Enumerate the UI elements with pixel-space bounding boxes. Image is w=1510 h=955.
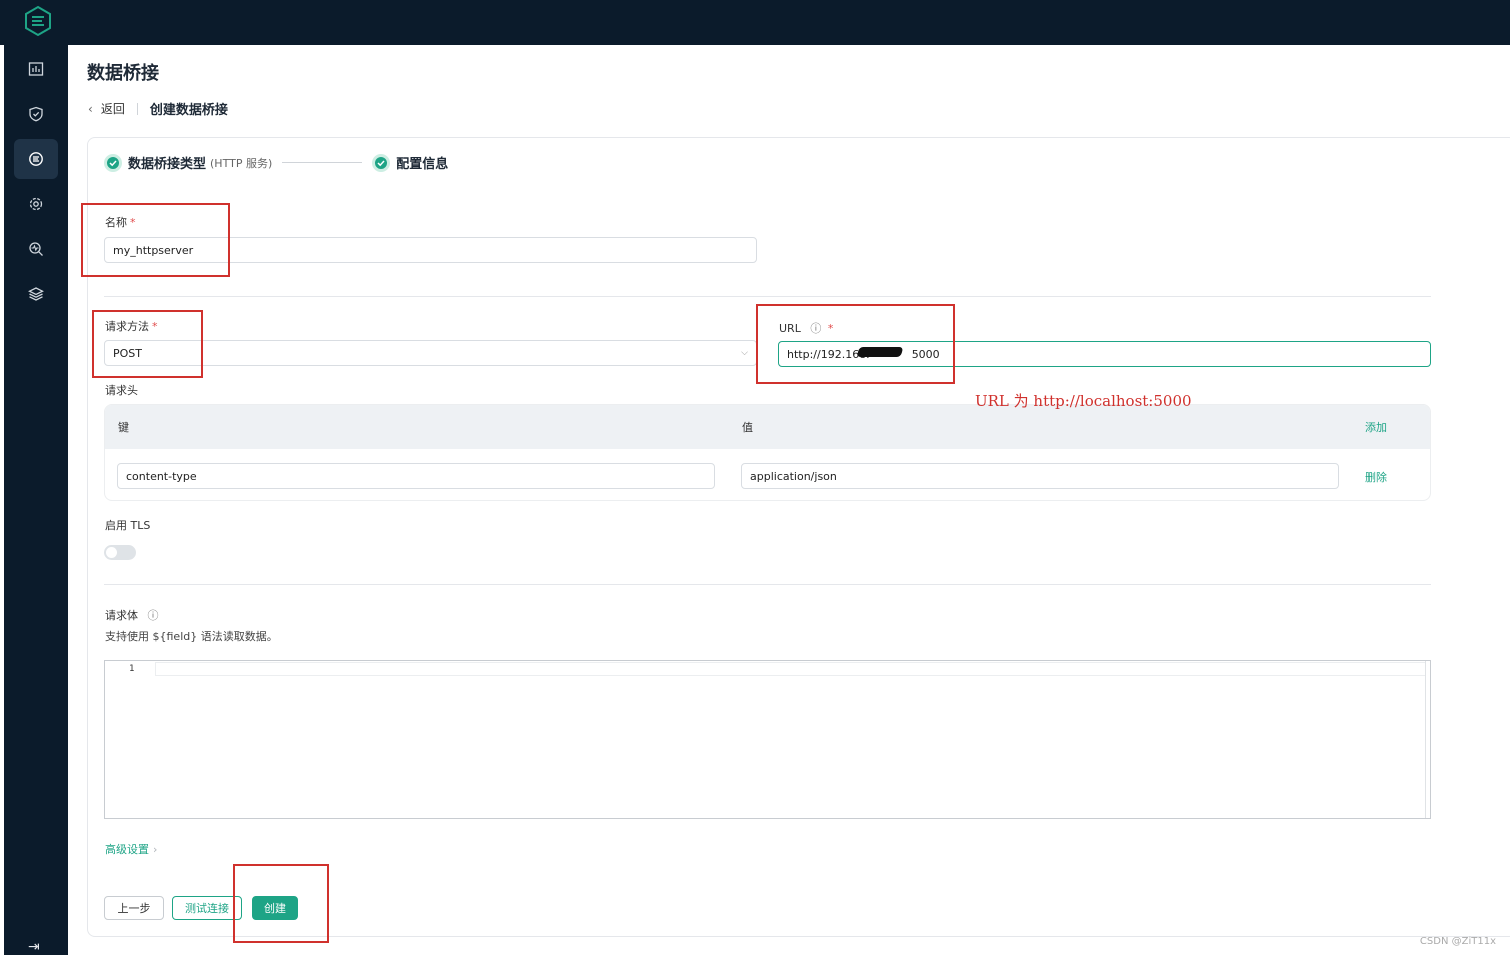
editor-line[interactable] — [155, 662, 1426, 676]
divider — [104, 296, 1431, 297]
test-connection-button[interactable]: 测试连接 — [172, 896, 242, 920]
nav-extensions[interactable] — [14, 274, 58, 314]
body-label: 请求体 ⓘ — [105, 609, 159, 622]
chevron-down-icon: ⌵ — [741, 348, 748, 358]
chevron-right-icon: › — [153, 843, 158, 856]
nav-diagnose[interactable] — [14, 229, 58, 269]
highlight-box-create — [233, 864, 329, 943]
headers-label: 请求头 — [105, 384, 138, 397]
step-1-check-icon — [104, 153, 122, 172]
table-row: content-type application/json 删除 — [105, 449, 1430, 500]
value-column-header: 值 — [742, 421, 753, 434]
help-circle-icon[interactable]: ⓘ — [148, 609, 159, 622]
url-annotation: URL 为 http://localhost:5000 — [975, 392, 1192, 410]
layers-icon — [28, 287, 44, 301]
body-editor[interactable]: 1 — [104, 660, 1431, 819]
shield-icon — [29, 106, 43, 122]
breadcrumb: ‹ 返回 创建数据桥接 — [88, 99, 228, 119]
header-value-input[interactable]: application/json — [741, 463, 1339, 489]
step-2-check-icon — [372, 153, 391, 172]
headers-table-head: 键 值 添加 — [105, 405, 1430, 449]
nav-management[interactable] — [14, 184, 58, 224]
breadcrumb-divider — [136, 102, 138, 115]
steps: 数据桥接类型 (HTTP 服务) 配置信息 — [104, 153, 448, 172]
back-link[interactable]: 返回 — [101, 100, 125, 117]
highlight-box-url — [756, 304, 955, 384]
step-2-title: 配置信息 — [396, 157, 449, 172]
add-header-button[interactable]: 添加 — [1365, 419, 1387, 435]
highlight-box-method — [92, 310, 203, 378]
emqx-logo-icon[interactable] — [22, 5, 54, 37]
line-number: 1 — [129, 664, 135, 674]
watermark: CSDN @ZiT11x — [1419, 936, 1496, 947]
breadcrumb-current: 创建数据桥接 — [149, 103, 228, 118]
delete-header-button[interactable]: 删除 — [1365, 469, 1387, 485]
chart-icon — [28, 62, 44, 76]
main-content: 数据桥接 ‹ 返回 创建数据桥接 数据桥接类型 (HTTP 服务) 配置信息 名… — [68, 45, 1510, 955]
step-1-sub: (HTTP 服务) — [210, 156, 273, 170]
divider — [104, 584, 1431, 585]
key-column-header: 键 — [118, 421, 129, 434]
header-key-input[interactable]: content-type — [117, 463, 715, 489]
data-integration-icon — [29, 152, 43, 166]
editor-scrollbar[interactable] — [1425, 661, 1430, 818]
tls-label: 启用 TLS — [105, 519, 151, 532]
top-bar — [0, 0, 1510, 45]
step-connector — [282, 162, 363, 163]
nav-data-integration[interactable] — [14, 139, 58, 179]
nav-access-control[interactable] — [14, 94, 58, 134]
prev-step-button[interactable]: 上一步 — [104, 896, 164, 920]
chevron-left-icon[interactable]: ‹ — [88, 102, 93, 116]
page-title: 数据桥接 — [87, 63, 159, 84]
tls-toggle[interactable] — [104, 545, 136, 560]
sidebar: ⇥ — [4, 0, 68, 955]
diagnose-icon — [29, 242, 43, 256]
headers-table: 键 值 添加 content-type application/json 删除 — [104, 404, 1431, 501]
collapse-sidebar-icon[interactable]: ⇥ — [28, 939, 40, 955]
body-hint: 支持使用 ${field} 语法读取数据。 — [105, 630, 278, 643]
step-1-title: 数据桥接类型 — [128, 157, 207, 172]
gear-icon — [29, 197, 43, 211]
highlight-box-name — [81, 203, 230, 277]
nav-dashboard[interactable] — [14, 49, 58, 89]
advanced-settings-link[interactable]: 高级设置 › — [105, 841, 157, 857]
form-card: 数据桥接类型 (HTTP 服务) 配置信息 名称 * my_httpserver … — [87, 137, 1510, 937]
